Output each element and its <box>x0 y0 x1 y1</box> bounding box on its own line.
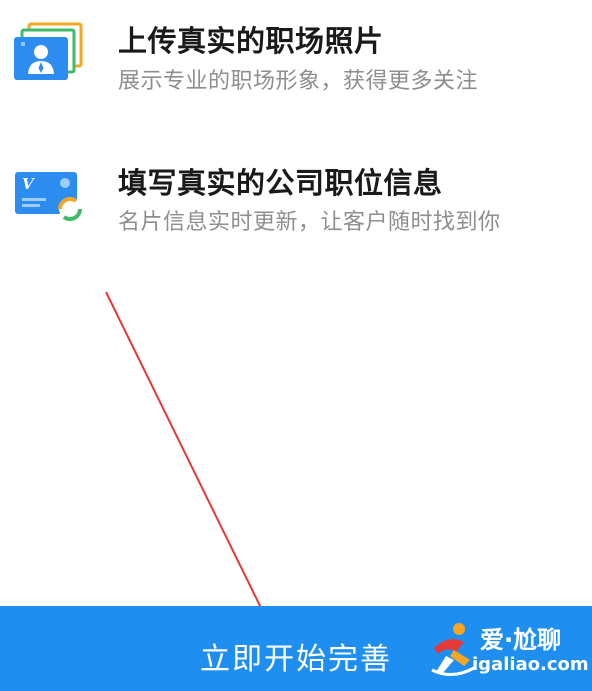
watermark-site-name: 爱·尬聊 <box>480 626 562 654</box>
feature-title: 上传真实的职场照片 <box>118 24 384 58</box>
feature-title: 填写真实的公司职位信息 <box>118 166 443 200</box>
svg-text:V: V <box>22 175 35 193</box>
site-watermark: 爱·尬聊 igaliao.com <box>428 618 589 684</box>
business-card-refresh-icon: V <box>13 166 85 226</box>
feature-company-info: V 填写真实的公司职位信息 名片信息实时更新，让客户随时找到你 <box>0 140 592 250</box>
feature-subtitle: 展示专业的职场形象，获得更多关注 <box>118 69 479 94</box>
feature-subtitle: 名片信息实时更新，让客户随时找到你 <box>118 210 501 235</box>
watermark-site-domain: igaliao.com <box>472 654 589 675</box>
runner-logo-icon <box>431 623 475 676</box>
feature-upload-photo: 上传真实的职场照片 展示专业的职场形象，获得更多关注 <box>0 0 592 110</box>
profile-photo-stack-icon <box>13 22 85 82</box>
